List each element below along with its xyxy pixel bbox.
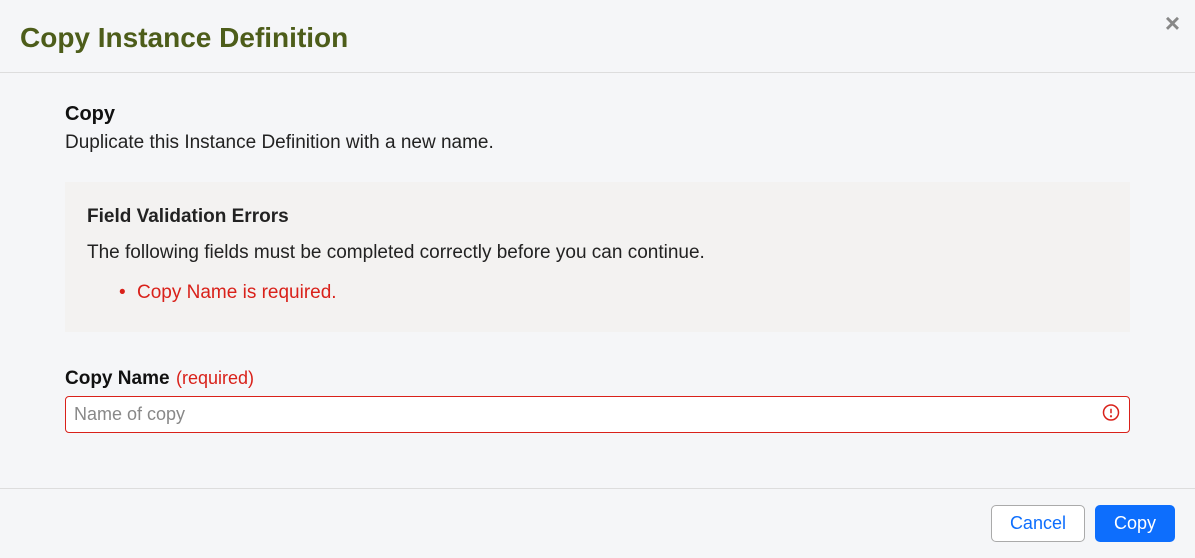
validation-error-panel: Field Validation Errors The following fi…: [65, 182, 1130, 332]
copy-name-field-group: Copy Name (required): [65, 368, 1130, 433]
input-wrapper: [65, 396, 1130, 433]
dialog-header: Copy Instance Definition ×: [0, 0, 1195, 73]
copy-instance-dialog: Copy Instance Definition × Copy Duplicat…: [0, 0, 1195, 558]
dialog-title: Copy Instance Definition: [20, 22, 348, 54]
cancel-button[interactable]: Cancel: [991, 505, 1085, 542]
required-marker: (required): [176, 368, 254, 388]
field-label-row: Copy Name (required): [65, 368, 1130, 396]
validation-error-list: Copy Name is required.: [87, 282, 1108, 304]
validation-error-item: Copy Name is required.: [137, 282, 1108, 304]
validation-title: Field Validation Errors: [87, 206, 1108, 228]
section-description: Duplicate this Instance Definition with …: [65, 132, 1130, 154]
error-icon: [1102, 403, 1120, 426]
dialog-content: Copy Duplicate this Instance Definition …: [0, 73, 1195, 488]
dialog-footer: Cancel Copy: [0, 488, 1195, 558]
validation-message: The following fields must be completed c…: [87, 242, 1108, 264]
section-title: Copy: [65, 103, 1130, 126]
copy-name-input[interactable]: [65, 396, 1130, 433]
copy-button[interactable]: Copy: [1095, 505, 1175, 542]
close-icon[interactable]: ×: [1165, 10, 1180, 36]
copy-name-label: Copy Name: [65, 368, 170, 390]
